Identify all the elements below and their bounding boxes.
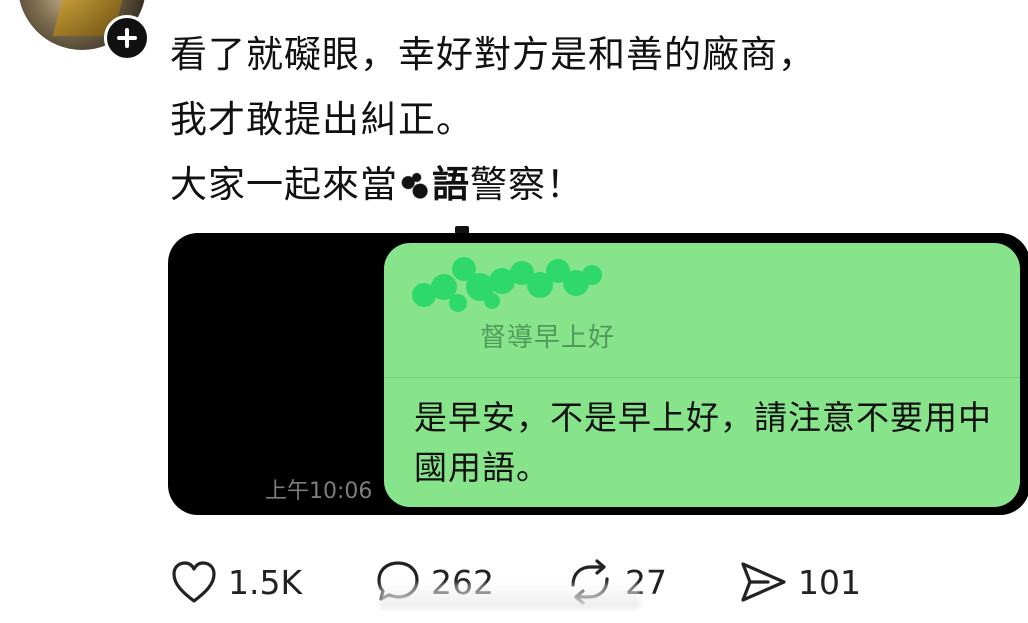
post-line-1: 看了就礙眼，幸好對方是和善的廠商， xyxy=(170,33,816,76)
quoted-message: 督導早上好 xyxy=(480,323,616,353)
chat-screenshot[interactable]: 上午10:06 督導早上好 是早安，不是早上好，請注意不要用中國用語。 xyxy=(168,233,1028,515)
watermark-blur xyxy=(380,583,640,609)
chat-bubble: 督導早上好 是早安，不是早上好，請注意不要用中國用語。 xyxy=(384,243,1020,507)
redaction-mark xyxy=(398,169,432,203)
post-line-3-suffix: 警察！ xyxy=(470,163,584,206)
post-line-3: 大家一起來當 語警察！ xyxy=(170,152,816,217)
post-text: 看了就礙眼，幸好對方是和善的廠商， 我才敢提出糾正。 大家一起來當 語警察！ xyxy=(170,22,816,217)
follow-button[interactable] xyxy=(104,15,150,61)
share-button[interactable]: 101 xyxy=(738,555,861,609)
redaction-scribble xyxy=(412,257,602,312)
post-line-3-prefix: 大家一起來當 xyxy=(170,163,398,206)
message-timestamp: 上午10:06 xyxy=(265,479,373,504)
heart-icon xyxy=(172,561,216,603)
post-line-2: 我才敢提出糾正。 xyxy=(170,98,474,141)
post-line-3-bold: 語 xyxy=(432,163,470,206)
send-icon xyxy=(741,562,786,602)
message-text: 是早安，不是早上好，請注意不要用中國用語。 xyxy=(414,398,992,487)
quote-divider xyxy=(384,377,1020,378)
like-count: 1.5K xyxy=(228,562,303,602)
share-count: 101 xyxy=(798,562,861,602)
like-button[interactable]: 1.5K xyxy=(170,555,302,609)
plus-icon xyxy=(117,28,137,48)
